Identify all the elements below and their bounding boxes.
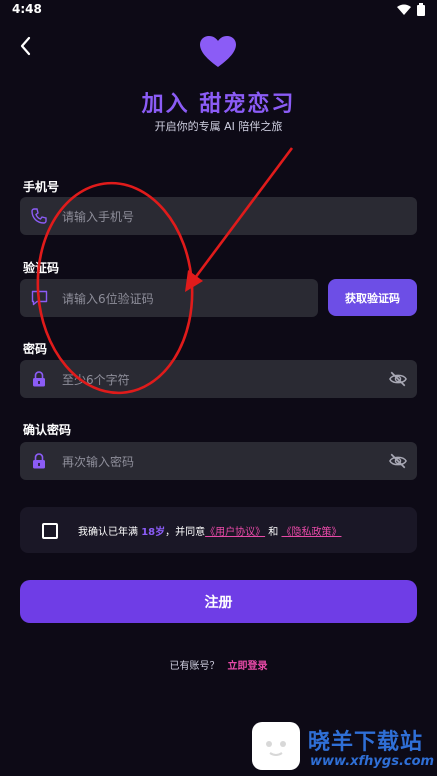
phone-icon xyxy=(30,207,48,225)
terms-link[interactable]: 《用户协议》 xyxy=(205,527,265,538)
get-code-button[interactable]: 获取验证码 xyxy=(328,279,417,316)
phone-input[interactable]: 请输入手机号 xyxy=(20,197,417,235)
message-icon xyxy=(30,289,48,307)
watermark-url: www.xfhygs.com xyxy=(310,754,435,769)
chevron-left-icon xyxy=(20,36,31,56)
status-time: 4:48 xyxy=(12,2,42,16)
confirm-password-input[interactable]: 再次输入密码 xyxy=(20,442,417,480)
password-placeholder: 至少6个字符 xyxy=(62,372,130,387)
password-label: 密码 xyxy=(23,342,48,356)
lock-icon xyxy=(30,370,48,388)
agreement-box: 我确认已年满 18岁，并同意《用户协议》 和 《隐私政策》 xyxy=(20,507,417,553)
phone-placeholder: 请输入手机号 xyxy=(62,209,135,224)
agreement-text: 我确认已年满 18岁，并同意《用户协议》 和 《隐私政策》 xyxy=(78,523,341,538)
has-account-text: 已有账号？ xyxy=(169,661,220,672)
eye-off-icon[interactable] xyxy=(389,452,407,470)
agreement-checkbox[interactable] xyxy=(42,523,58,539)
page-title: 加入 甜宠恋习 xyxy=(141,92,296,117)
confirm-password-placeholder: 再次输入密码 xyxy=(62,454,135,469)
agreement-and: 和 xyxy=(268,527,279,538)
login-link[interactable]: 立即登录 xyxy=(228,661,268,672)
code-placeholder: 请输入6位验证码 xyxy=(62,291,154,306)
agreement-age: 18岁 xyxy=(141,527,166,538)
confirm-password-label: 确认密码 xyxy=(23,423,72,437)
password-input[interactable]: 至少6个字符 xyxy=(20,360,417,398)
agreement-middle: ，并同意 xyxy=(165,527,206,538)
page-subtitle: 开启你的专属 AI 陪伴之旅 xyxy=(154,120,283,133)
eye-off-icon[interactable] xyxy=(389,370,407,388)
agreement-prefix: 我确认已年满 xyxy=(78,527,138,538)
watermark-name: 晓羊下载站 xyxy=(308,730,424,755)
battery-icon xyxy=(417,3,425,16)
register-button[interactable]: 注册 xyxy=(20,580,417,623)
login-row: 已有账号？ 立即登录 xyxy=(0,657,437,672)
heart-icon xyxy=(200,36,236,67)
phone-label: 手机号 xyxy=(23,180,60,194)
wifi-icon xyxy=(397,4,411,15)
watermark: 晓羊下载站 www.xfhygs.com xyxy=(252,720,437,776)
code-input[interactable]: 请输入6位验证码 xyxy=(20,279,318,317)
lock-icon xyxy=(30,452,48,470)
back-button[interactable] xyxy=(14,34,38,58)
privacy-link[interactable]: 《隐私政策》 xyxy=(281,527,341,538)
status-icons xyxy=(397,3,425,16)
status-bar: 4:48 xyxy=(0,0,437,20)
watermark-logo xyxy=(252,722,300,770)
code-label: 验证码 xyxy=(23,261,60,275)
